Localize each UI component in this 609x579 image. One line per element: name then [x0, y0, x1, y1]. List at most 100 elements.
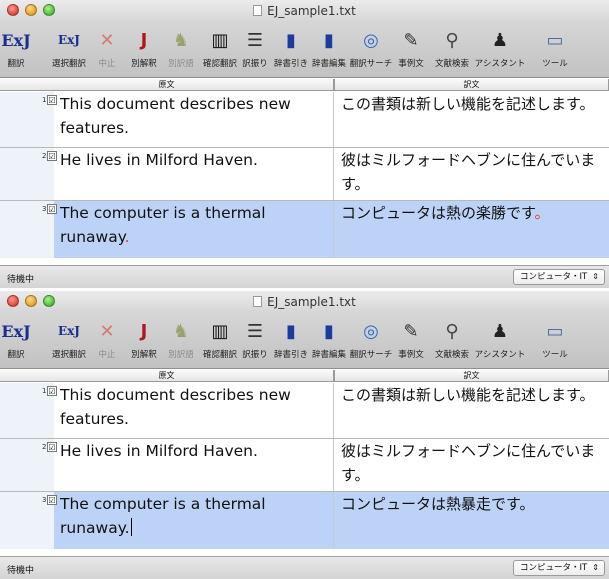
interlinear-button[interactable]: ☰ 訳振り [238, 27, 272, 73]
alternate-interpretation-button[interactable]: J 別解釈 [126, 27, 162, 73]
toolbar-label: 辞書編集 [311, 59, 346, 69]
alternate-word-icon: ♞ [172, 29, 190, 51]
source-text[interactable]: He lives in Milford Haven. [60, 148, 330, 172]
target-text[interactable]: 彼はミルフォードヘブンに住んでいます。 [341, 148, 607, 196]
translate-button[interactable]: ExJ 翻訳 [1, 318, 30, 364]
segment-checkbox[interactable]: ☑ [47, 95, 57, 105]
literature-search-icon: ⚲ [445, 29, 459, 51]
translation-search-button[interactable]: ◎ 翻訳サーチ [349, 318, 393, 364]
target-text[interactable]: この書類は新しい機能を記述します。 [341, 92, 607, 116]
example-sentence-button[interactable]: ✎ 事例文 [394, 27, 428, 73]
window-title-text: EJ_sample1.txt [267, 4, 356, 18]
example-sentence-button[interactable]: ✎ 事例文 [394, 318, 428, 364]
segment-checkbox[interactable]: ☑ [47, 442, 57, 452]
source-text-main: The computer is a thermal runaway [60, 204, 266, 246]
toolbar-label: ツール [542, 59, 568, 69]
segment-number: 1 [42, 96, 47, 104]
dictionary-edit-button[interactable]: ▮ 辞書編集 [311, 318, 347, 364]
segment-number: 2 [42, 443, 47, 451]
document-icon [253, 5, 263, 16]
alternate-interpretation-icon: J [140, 29, 148, 51]
toolbar-label: 中止 [98, 59, 116, 69]
segment-row-selected[interactable]: 3 ☑ The computer is a thermal runaway. コ… [0, 492, 609, 549]
confirm-translate-button[interactable]: ▥ 確認翻訳 [200, 318, 240, 364]
target-period-highlight: 。 [534, 204, 550, 222]
status-bar: 待機中 コンピュータ・IT ⇕ [0, 556, 609, 579]
segment-checkbox[interactable]: ☑ [47, 204, 57, 214]
stop-button[interactable]: ✕ 中止 [92, 27, 122, 73]
column-header-target[interactable]: 訳文 [334, 79, 609, 91]
segment-row-selected[interactable]: 3 ☑ The computer is a thermal runaway. コ… [0, 201, 609, 258]
literature-search-button[interactable]: ⚲ 文献検索 [432, 27, 472, 73]
segment-checkbox[interactable]: ☑ [47, 495, 57, 505]
target-text[interactable]: 彼はミルフォードヘブンに住んでいます。 [341, 439, 607, 487]
translation-search-button[interactable]: ◎ 翻訳サーチ [349, 27, 393, 73]
segment-row[interactable]: 2 ☑ He lives in Milford Haven. 彼はミルフォードヘ… [0, 439, 609, 491]
column-divider [333, 492, 334, 549]
literature-search-button[interactable]: ⚲ 文献検索 [432, 318, 472, 364]
tools-button[interactable]: ▭ ツール [530, 27, 580, 73]
column-header-source[interactable]: 原文 [0, 79, 334, 91]
field-select[interactable]: コンピュータ・IT ⇕ [513, 269, 605, 285]
select-arrows-icon: ⇕ [592, 272, 599, 281]
toolbar: ExJ 翻訳 ExJ 選択翻訳 ✕ 中止 J 別解釈 ♞ 別訳語 ▥ 確認翻訳 ☰ 訳振り ▮ 辞書引き ▮ 辞書… [0, 22, 609, 78]
source-text[interactable]: This document describes new features. [60, 383, 330, 431]
toolbar-label: 訳振り [242, 350, 268, 360]
segment-row[interactable]: 2 ☑ He lives in Milford Haven. 彼はミルフォードヘ… [0, 148, 609, 200]
source-text-main: The computer is a thermal runaway. [60, 495, 266, 537]
segment-number: 1 [42, 387, 47, 395]
column-divider [333, 148, 334, 200]
translate-icon: ExJ [1, 30, 31, 50]
column-divider [333, 92, 334, 147]
selection-translate-button[interactable]: ExJ 選択翻訳 [46, 27, 92, 73]
select-arrows-icon: ⇕ [592, 563, 599, 572]
tools-button[interactable]: ▭ ツール [530, 318, 580, 364]
segment-checkbox[interactable]: ☑ [47, 151, 57, 161]
source-text[interactable]: The computer is a thermal runaway. [60, 201, 330, 249]
text-caret [130, 518, 132, 536]
status-bar: 待機中 コンピュータ・IT ⇕ [0, 265, 609, 288]
dictionary-lookup-button[interactable]: ▮ 辞書引き [274, 318, 308, 364]
toolbar-label: 文献検索 [434, 59, 469, 69]
toolbar-label: 訳振り [242, 59, 268, 69]
segment-number: 3 [42, 496, 47, 504]
tools-icon: ▭ [546, 29, 564, 51]
target-text-main: コンピュータは熱の楽勝です [341, 204, 535, 222]
column-header-target[interactable]: 訳文 [334, 370, 609, 382]
stop-icon: ✕ [99, 320, 115, 342]
dictionary-edit-icon: ▮ [324, 320, 334, 342]
status-text: 待機中 [7, 566, 35, 576]
confirm-translate-button[interactable]: ▥ 確認翻訳 [200, 27, 240, 73]
toolbar-label: 翻訳 [7, 59, 25, 69]
stop-button[interactable]: ✕ 中止 [92, 318, 122, 364]
segment-row[interactable]: 1 ☑ This document describes new features… [0, 92, 609, 147]
toolbar-label: 確認翻訳 [202, 59, 237, 69]
source-text[interactable]: The computer is a thermal runaway. [60, 492, 330, 540]
assistant-button[interactable]: ♟ アシスタント [474, 27, 526, 73]
alternate-word-button[interactable]: ♞ 別訳語 [164, 27, 198, 73]
toolbar-label: 翻訳 [7, 350, 25, 360]
dictionary-edit-button[interactable]: ▮ 辞書編集 [311, 27, 347, 73]
alternate-interpretation-button[interactable]: J 別解釈 [126, 318, 162, 364]
selection-translate-button[interactable]: ExJ 選択翻訳 [46, 318, 92, 364]
alternate-word-icon: ♞ [172, 320, 190, 342]
target-text[interactable]: コンピュータは熱の楽勝です。 [341, 201, 607, 225]
source-text[interactable]: This document describes new features. [60, 92, 330, 140]
column-divider [333, 383, 334, 438]
toolbar-label: アシスタント [474, 350, 526, 360]
column-header-source[interactable]: 原文 [0, 370, 334, 382]
alternate-word-button[interactable]: ♞ 別訳語 [164, 318, 198, 364]
literature-search-icon: ⚲ [445, 320, 459, 342]
toolbar-label: 辞書引き [274, 59, 309, 69]
segment-row[interactable]: 1 ☑ This document describes new features… [0, 383, 609, 438]
target-text[interactable]: この書類は新しい機能を記述します。 [341, 383, 607, 407]
toolbar-label: 別解釈 [131, 350, 157, 360]
field-select[interactable]: コンピュータ・IT ⇕ [513, 560, 605, 576]
interlinear-button[interactable]: ☰ 訳振り [238, 318, 272, 364]
assistant-button[interactable]: ♟ アシスタント [474, 318, 526, 364]
segment-checkbox[interactable]: ☑ [47, 386, 57, 396]
target-text[interactable]: コンピュータは熱暴走です。 [341, 492, 607, 516]
dictionary-lookup-button[interactable]: ▮ 辞書引き [274, 27, 308, 73]
translate-button[interactable]: ExJ 翻訳 [1, 27, 31, 73]
source-text[interactable]: He lives in Milford Haven. [60, 439, 330, 463]
